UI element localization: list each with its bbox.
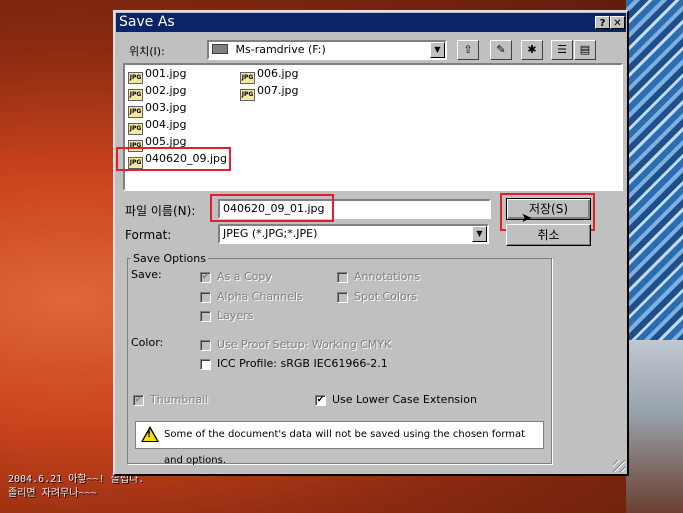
file-item[interactable]: JPG 004.jpg bbox=[128, 117, 187, 135]
icc-profile-checkbox[interactable] bbox=[200, 359, 211, 370]
location-combo[interactable]: Ms-ramdrive (F:) ▼ bbox=[207, 40, 447, 60]
list-view-icon[interactable]: ☰ bbox=[551, 40, 573, 60]
file-item[interactable]: JPG 003.jpg bbox=[128, 100, 187, 118]
resize-grip[interactable] bbox=[613, 460, 625, 472]
as-copy-checkbox[interactable]: ✔ bbox=[200, 272, 211, 283]
format-combo[interactable]: JPEG (*.JPG;*.JPE) ▼ bbox=[218, 224, 489, 244]
file-item[interactable]: JPG 007.jpg bbox=[240, 83, 299, 101]
annotations-label: Annotations bbox=[354, 270, 421, 283]
layers-label: Layers bbox=[217, 309, 254, 322]
format-value: JPEG (*.JPG;*.JPE) bbox=[223, 227, 318, 240]
layers-checkbox[interactable] bbox=[200, 311, 211, 322]
file-item[interactable]: JPG 002.jpg bbox=[128, 83, 187, 101]
file-item[interactable]: JPG 001.jpg bbox=[128, 66, 187, 84]
icc-profile-label: ICC Profile: sRGB IEC61966-2.1 bbox=[217, 357, 388, 370]
details-view-icon[interactable]: ▤ bbox=[574, 40, 596, 60]
location-dropdown-arrow[interactable]: ▼ bbox=[430, 42, 445, 58]
alpha-channels-label: Alpha Channels bbox=[217, 290, 303, 303]
spot-colors-label: Spot Colors bbox=[354, 290, 417, 303]
close-button[interactable]: ✕ bbox=[610, 16, 625, 29]
lower-case-extension-label: Use Lower Case Extension bbox=[332, 393, 477, 406]
file-list[interactable]: JPG 001.jpg JPG 002.jpg JPG 003.jpg JPG 004.… bbox=[123, 63, 623, 191]
warning-panel: ! Some of the document's data will not b… bbox=[135, 421, 544, 466]
proof-setup-label: Use Proof Setup: Working CMYK bbox=[217, 338, 392, 351]
location-label: 위치(I): bbox=[129, 45, 165, 58]
format-label: Format: bbox=[125, 228, 172, 242]
thumbnail-label: Thumbnail bbox=[150, 393, 209, 406]
as-copy-label: As a Copy bbox=[217, 270, 272, 283]
annotations-checkbox[interactable] bbox=[337, 272, 348, 283]
save-section-label: Save: bbox=[131, 268, 162, 281]
title-bar[interactable]: Save As ? ✕ bbox=[116, 13, 626, 32]
color-section-label: Color: bbox=[131, 336, 164, 349]
help-button[interactable]: ? bbox=[595, 16, 610, 29]
photo-caption: 2004.6.21 아핳~~! 졸립다. 졸리면 자려무나~~~ bbox=[8, 473, 144, 501]
warning-text: Some of the document's data will not be … bbox=[164, 429, 526, 466]
save-as-dialog: Save As ? ✕ 위치(I): Ms-ramdrive (F:) ▼ ⇧ … bbox=[113, 10, 629, 476]
up-folder-icon[interactable]: ⇧ bbox=[457, 40, 479, 60]
filename-label: 파일 이름(N): bbox=[125, 204, 196, 218]
highlight-selected-file bbox=[116, 147, 231, 171]
spot-colors-checkbox[interactable] bbox=[337, 292, 348, 303]
highlight-filename bbox=[210, 194, 334, 222]
drive-icon bbox=[212, 44, 228, 54]
cancel-button[interactable]: 취소 bbox=[506, 224, 591, 246]
desktop-icon[interactable]: ✎ bbox=[490, 40, 512, 60]
caption-line-2: 졸리면 자려무나~~~ bbox=[8, 488, 97, 499]
alpha-channels-checkbox[interactable] bbox=[200, 292, 211, 303]
background-lower-right bbox=[626, 340, 683, 513]
save-options-legend: Save Options bbox=[131, 252, 208, 265]
lower-case-extension-checkbox[interactable]: ✔ bbox=[315, 395, 326, 406]
new-folder-icon[interactable]: ✱ bbox=[521, 40, 543, 60]
location-value: Ms-ramdrive (F:) bbox=[235, 43, 326, 56]
file-item[interactable]: JPG 006.jpg bbox=[240, 66, 299, 84]
format-dropdown-arrow[interactable]: ▼ bbox=[472, 226, 487, 242]
window-title: Save As bbox=[119, 14, 175, 30]
thumbnail-checkbox[interactable]: ✔ bbox=[133, 395, 144, 406]
proof-setup-checkbox[interactable] bbox=[200, 340, 211, 351]
jpg-file-icon: JPG bbox=[240, 89, 255, 101]
